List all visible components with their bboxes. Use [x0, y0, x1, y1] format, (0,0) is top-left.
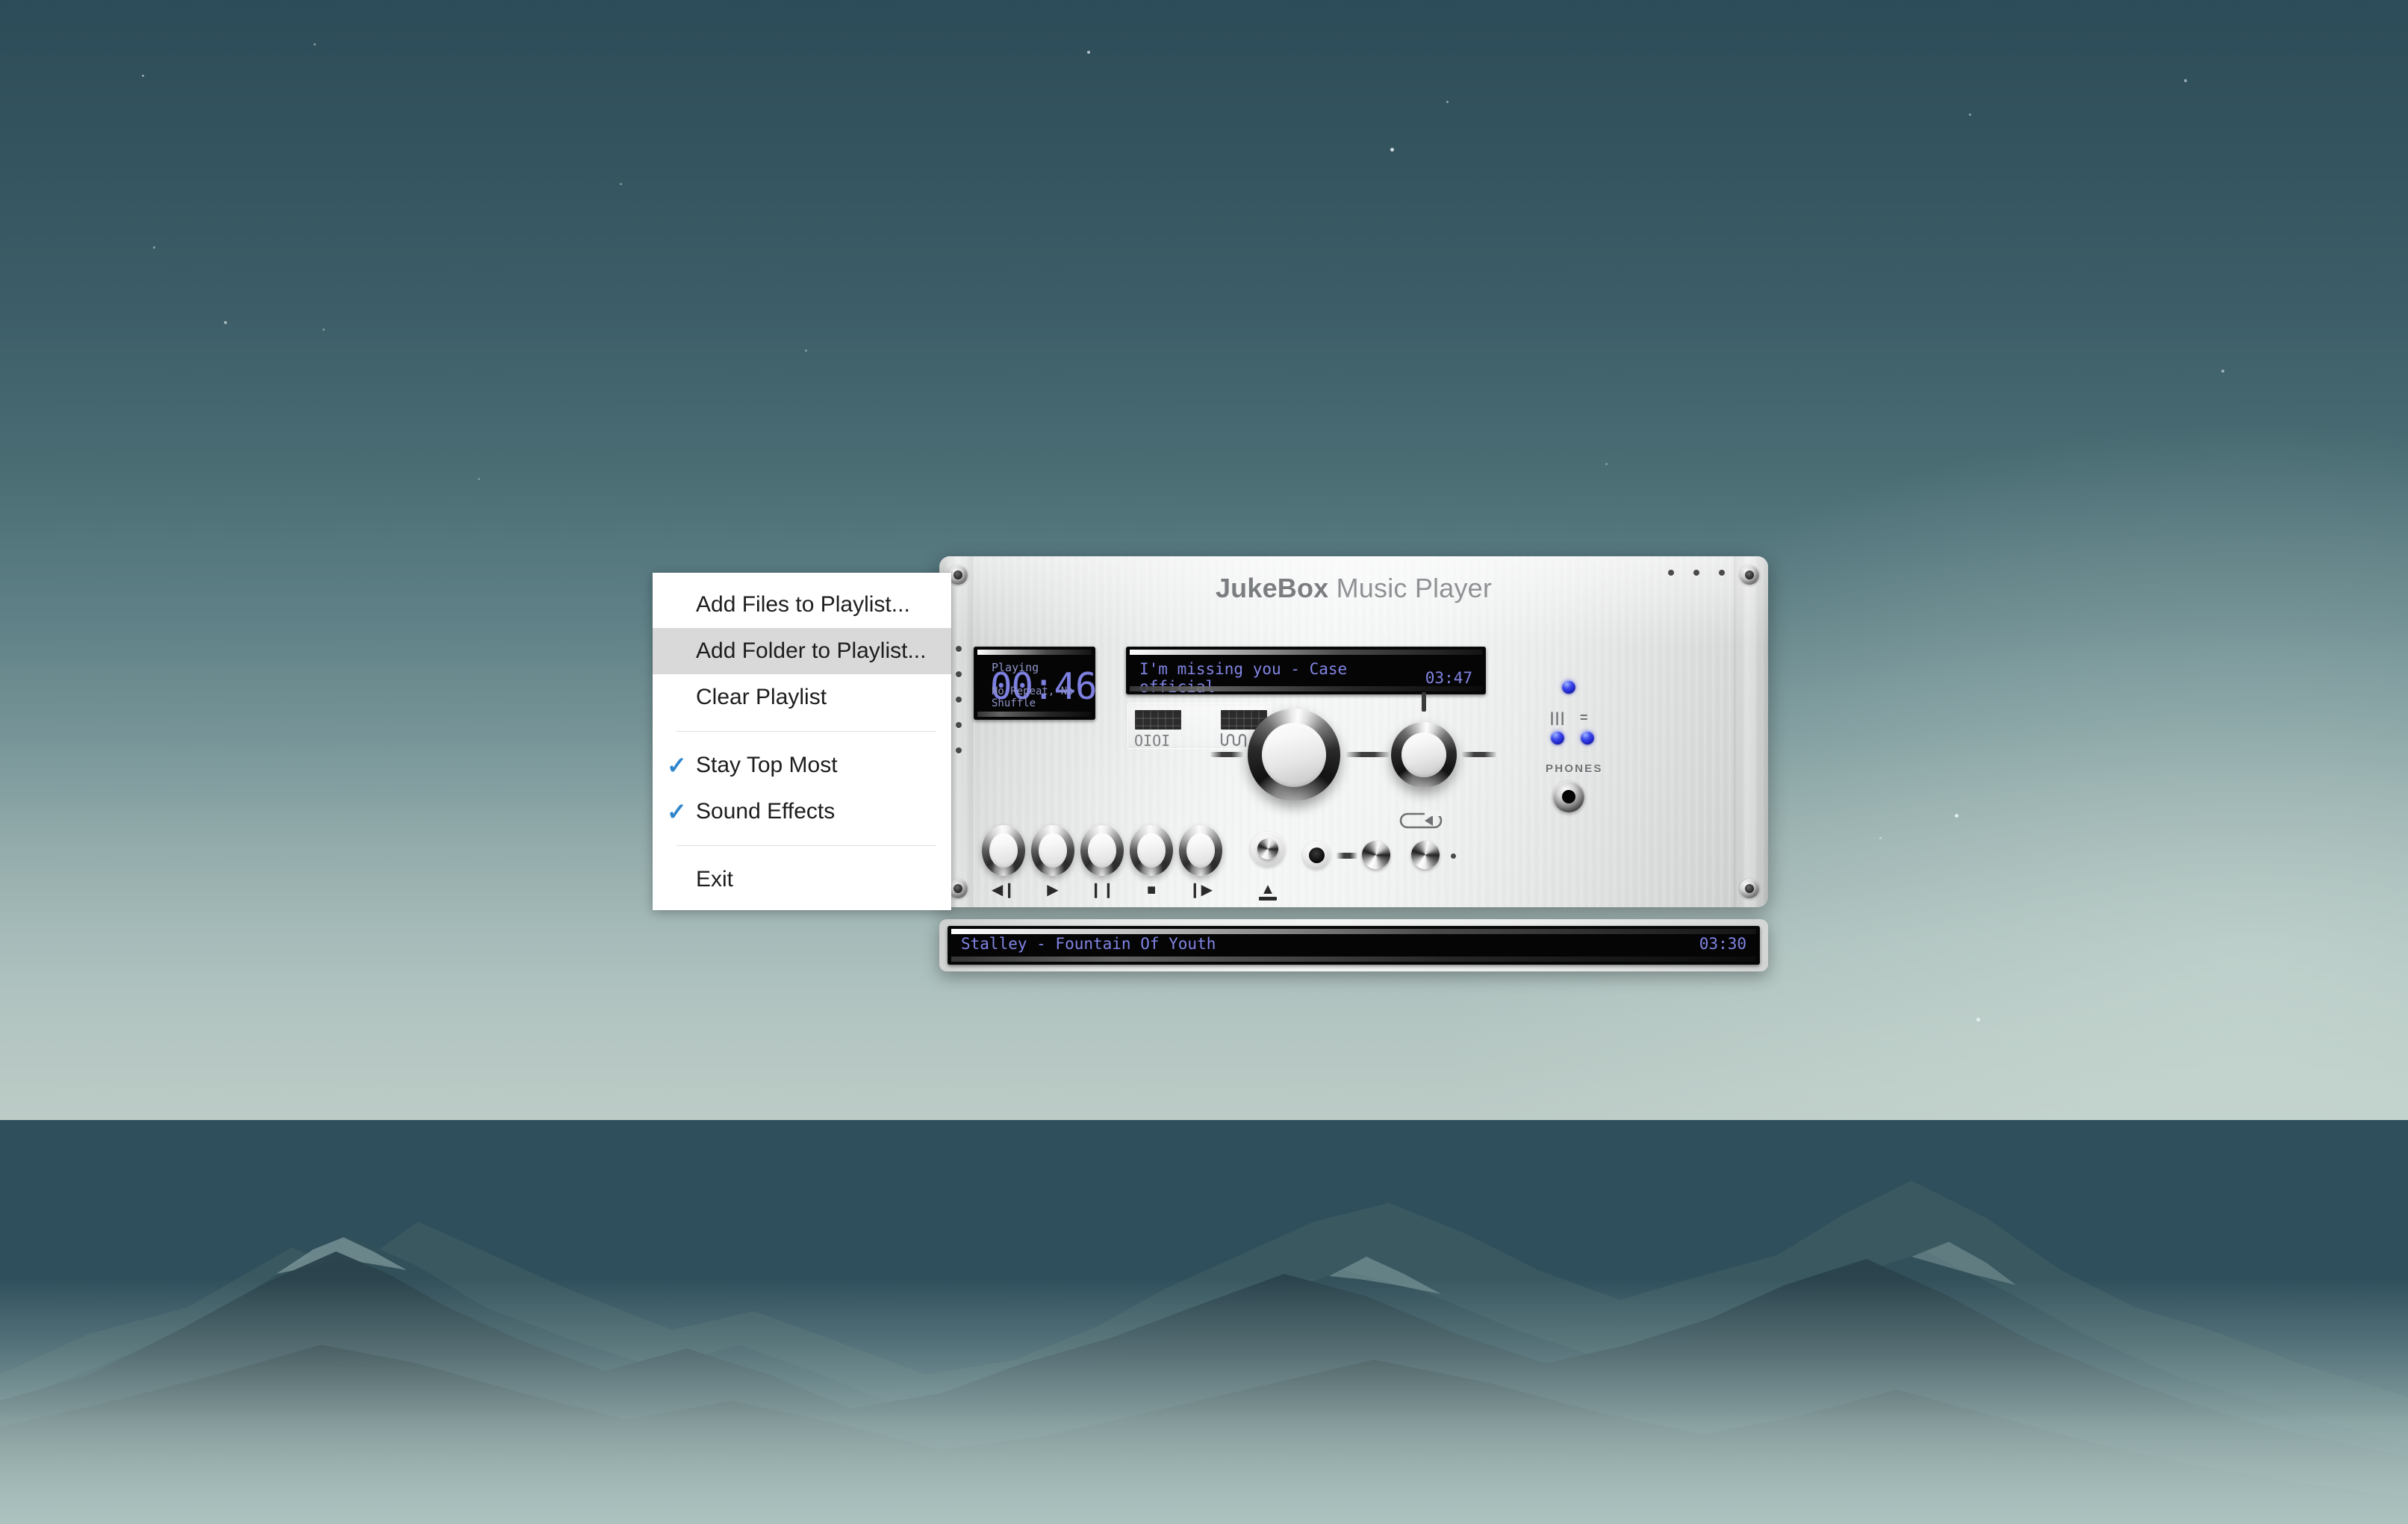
- mist-layer-lower: [0, 1412, 2408, 1524]
- menu-item-label: Stay Top Most: [696, 753, 838, 777]
- button-cap: [1186, 833, 1215, 868]
- playlist-lcd: Stalley - Fountain Of Youth 03:30: [948, 926, 1760, 965]
- previous-button-label: ◀❙: [991, 882, 1016, 898]
- indicator-dot: [1451, 853, 1456, 859]
- knob-mid-top-tick: [1422, 692, 1426, 712]
- menu-item-stay-top-most[interactable]: ✓ Stay Top Most: [653, 742, 951, 789]
- digital-meter-led: [1135, 710, 1181, 730]
- button-cap: [989, 833, 1018, 868]
- eject-bar-icon: [1259, 897, 1277, 901]
- left-dot: [956, 671, 962, 677]
- eject-knob[interactable]: [1257, 839, 1278, 859]
- knob-big-right-tick: [1346, 752, 1390, 757]
- button-cap: [1039, 833, 1067, 868]
- playlist-item-duration: 03:30: [1699, 935, 1746, 953]
- secondary-knob[interactable]: [1391, 722, 1457, 788]
- headphone-jack[interactable]: [1553, 781, 1584, 812]
- track-display-lcd: I'm missing you - Case official 03:47: [1126, 647, 1486, 694]
- digital-meter-label: OIOI: [1134, 732, 1171, 750]
- power-led: [1562, 680, 1575, 694]
- menu-item-add-folder[interactable]: Add Folder to Playlist...: [653, 628, 951, 674]
- right-rail: [1734, 556, 1768, 907]
- knob-big-left-tick: [1210, 752, 1243, 757]
- button-cap: [1137, 833, 1166, 868]
- corner-dot: [1668, 570, 1674, 576]
- screw-bottom-right-icon: [1740, 879, 1759, 898]
- menu-separator-1: [676, 731, 936, 732]
- play-button-label: ▶: [1047, 882, 1059, 898]
- left-dot: [956, 697, 962, 703]
- current-track-title: I'm missing you - Case official: [1139, 660, 1348, 694]
- menu-separator-2: [676, 845, 936, 846]
- menu-item-label: Clear Playlist: [696, 685, 827, 709]
- window-title-brand: JukeBox: [1215, 573, 1329, 603]
- corner-dot: [1693, 570, 1699, 576]
- window-title: JukeBox Music Player: [939, 573, 1768, 604]
- jukebox-player-window[interactable]: JukeBox Music Player Playing 00:46 No Re…: [939, 556, 1768, 907]
- playlist-panel[interactable]: Stalley - Fountain Of Youth 03:30: [939, 919, 1768, 971]
- checkmark-icon: ✓: [667, 798, 687, 825]
- eject-button-label: ▲: [1260, 881, 1275, 898]
- mode-led-left: [1551, 731, 1564, 744]
- left-dot: [956, 646, 962, 652]
- playlist-item-title: Stalley - Fountain Of Youth: [961, 935, 1216, 953]
- equals-led-cap-label: =: [1580, 710, 1590, 725]
- pause-button[interactable]: [1080, 825, 1124, 876]
- menu-item-label: Add Files to Playlist...: [696, 592, 910, 617]
- stop-button[interactable]: [1130, 825, 1173, 876]
- mode-led-right: [1581, 731, 1594, 744]
- left-dots-group: [956, 646, 962, 753]
- left-dot: [956, 722, 962, 728]
- corner-dot: [1719, 570, 1725, 576]
- knob-cap: [1262, 723, 1326, 787]
- current-track-duration: 03:47: [1425, 669, 1472, 687]
- menu-item-add-files[interactable]: Add Files to Playlist...: [653, 582, 951, 628]
- time-display-lcd: Playing 00:46 No Repeat, No Shuffle: [974, 647, 1095, 720]
- menu-item-label: Add Folder to Playlist...: [696, 638, 927, 663]
- menu-item-label: Exit: [696, 867, 734, 892]
- aux-tick: [1337, 853, 1357, 859]
- play-button[interactable]: [1031, 825, 1074, 876]
- menu-item-label: Sound Effects: [696, 799, 836, 824]
- knob-cap: [1401, 733, 1446, 777]
- menu-item-sound-effects[interactable]: ✓ Sound Effects: [653, 789, 951, 835]
- context-menu[interactable]: Add Files to Playlist... Add Folder to P…: [653, 573, 951, 910]
- knob-mid-right-tick: [1462, 752, 1496, 757]
- corner-dots-group: [1668, 570, 1725, 576]
- menu-item-exit[interactable]: Exit: [653, 856, 951, 903]
- repeat-loop-icon[interactable]: [1399, 811, 1443, 834]
- phones-label: PHONES: [1546, 762, 1603, 775]
- button-cap: [1088, 833, 1116, 868]
- window-title-suffix: Music Player: [1328, 573, 1493, 603]
- main-volume-knob[interactable]: [1248, 709, 1340, 801]
- bars-led-cap-label: |||: [1550, 710, 1567, 725]
- aux-socket-hole: [1309, 847, 1325, 863]
- previous-button[interactable]: [982, 825, 1025, 876]
- playlist-row[interactable]: Stalley - Fountain Of Youth 03:30: [948, 935, 1760, 953]
- repeat-shuffle-mode-text: No Repeat, No Shuffle: [992, 685, 1074, 709]
- checkmark-icon: ✓: [667, 752, 687, 779]
- left-dot: [956, 747, 962, 753]
- stop-button-label: ■: [1146, 882, 1157, 898]
- next-button[interactable]: [1179, 825, 1222, 876]
- menu-item-clear-playlist[interactable]: Clear Playlist: [653, 674, 951, 721]
- next-button-label: ❙▶: [1188, 882, 1213, 898]
- tone-knob[interactable]: [1411, 841, 1440, 869]
- pause-button-label: ❙❙: [1089, 882, 1115, 898]
- balance-knob[interactable]: [1362, 841, 1390, 869]
